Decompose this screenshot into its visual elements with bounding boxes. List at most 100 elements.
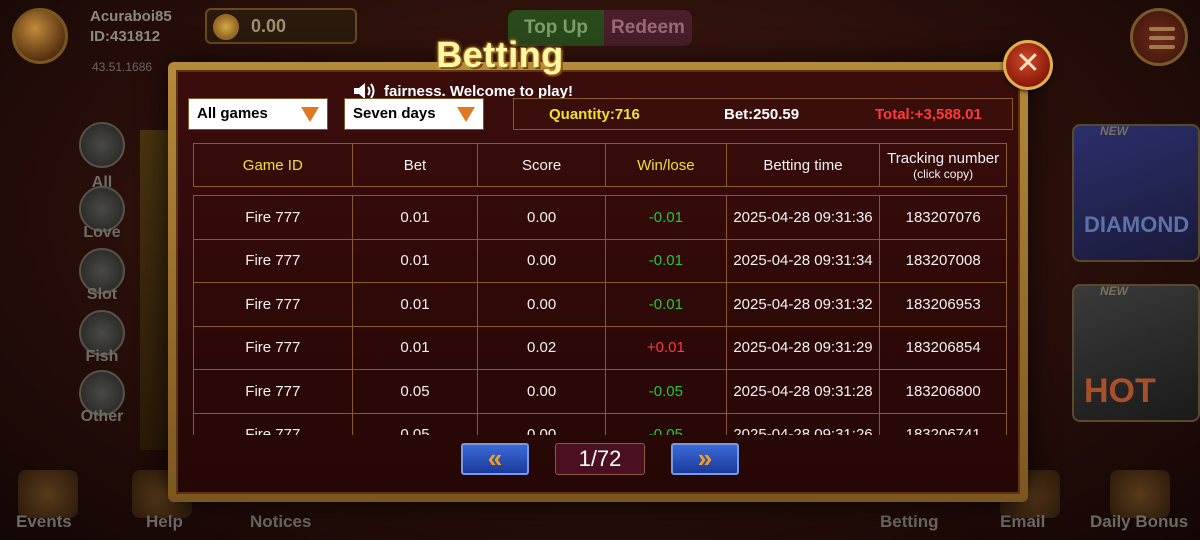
table-row: Fire 777 0.01 0.02 +0.01 2025-04-28 09:3… <box>193 325 1007 370</box>
table-row: Fire 777 0.01 0.00 -0.01 2025-04-28 09:3… <box>193 282 1007 326</box>
cell-time: 2025-04-28 09:31:32 <box>727 283 881 326</box>
tile-title: DIAMOND <box>1084 212 1190 237</box>
cell-game: Fire 777 <box>194 413 353 435</box>
cell-bet: 0.05 <box>353 413 479 435</box>
nav-help[interactable]: Help <box>146 512 183 532</box>
cell-win-lose: -0.05 <box>606 370 727 413</box>
cell-score: 0.00 <box>478 413 606 435</box>
cell-tracking[interactable]: 183206854 <box>880 327 1006 370</box>
modal-title: Betting <box>436 34 564 75</box>
cell-bet: 0.01 <box>353 283 479 326</box>
summary-bar: Quantity:716 Bet:250.59 Total:+3,588.01 <box>513 98 1013 130</box>
balance-box[interactable]: 0.00 <box>205 8 357 44</box>
cell-game: Fire 777 <box>194 326 353 369</box>
page-indicator: 1/72 <box>555 443 645 475</box>
cell-tracking[interactable]: 183206953 <box>880 283 1006 326</box>
betting-table-body[interactable]: Fire 777 0.01 0.00 -0.01 2025-04-28 09:3… <box>193 195 1007 435</box>
game-tile-diamond[interactable]: NEW DIAMOND <box>1072 124 1200 262</box>
coin-icon <box>213 14 239 40</box>
category-label: Other <box>80 408 124 425</box>
cell-win-lose: -0.01 <box>606 196 727 239</box>
prev-page-button[interactable]: « <box>461 443 529 475</box>
cell-bet: 0.01 <box>353 326 479 369</box>
total-summary: Total:+3,588.01 <box>875 106 982 123</box>
cell-game: Fire 777 <box>194 239 353 282</box>
col-tracking-sub: (click copy) <box>913 166 974 181</box>
close-button[interactable]: ✕ <box>1003 40 1053 90</box>
game-filter-value: All games <box>197 105 268 122</box>
cell-score: 0.00 <box>478 239 606 282</box>
category-label: Fish <box>85 348 119 365</box>
cell-time: 2025-04-28 09:31:36 <box>727 196 881 239</box>
nav-notices[interactable]: Notices <box>250 512 311 532</box>
daily-bonus-icon <box>1110 470 1170 518</box>
quantity-summary: Quantity:716 <box>549 106 640 123</box>
period-filter-select[interactable]: Seven days <box>344 98 484 130</box>
cell-tracking[interactable]: 183206741 <box>880 414 1006 435</box>
cell-win-lose: +0.01 <box>606 326 727 369</box>
category-all[interactable]: All <box>70 122 134 192</box>
col-game-id: Game ID <box>194 144 353 186</box>
cell-win-lose: -0.01 <box>606 283 727 326</box>
player-id: ID:431812 <box>90 28 161 45</box>
game-filter-select[interactable]: All games <box>188 98 328 130</box>
new-badge: NEW <box>1100 284 1128 298</box>
category-love[interactable]: Love <box>70 186 134 242</box>
cell-time: 2025-04-28 09:31:29 <box>727 326 881 369</box>
table-row: Fire 777 0.05 0.00 -0.05 2025-04-28 09:3… <box>193 412 1007 435</box>
col-score: Score <box>478 144 606 186</box>
player-avatar[interactable] <box>12 8 68 64</box>
cell-score: 0.02 <box>478 326 606 369</box>
cell-time: 2025-04-28 09:31:28 <box>727 370 881 413</box>
dropdown-arrow-icon <box>301 107 319 122</box>
nav-betting[interactable]: Betting <box>880 512 939 532</box>
dropdown-arrow-icon <box>457 107 475 122</box>
col-tracking-number: Tracking number (click copy) <box>880 144 1006 186</box>
events-icon <box>18 470 78 518</box>
game-tile-hot[interactable]: NEW HOT <box>1072 284 1200 422</box>
marquee-text: fairness. Welcome to play! <box>384 82 573 100</box>
period-filter-value: Seven days <box>353 105 436 122</box>
tile-title: HOT <box>1084 372 1156 410</box>
cell-game: Fire 777 <box>194 370 353 413</box>
cell-bet: 0.01 <box>353 239 479 282</box>
category-label: Love <box>83 224 121 241</box>
menu-icon[interactable] <box>1130 8 1188 66</box>
redeem-button[interactable]: Redeem <box>604 10 692 46</box>
player-name: Acuraboi85 <box>90 8 172 25</box>
table-row: Fire 777 0.01 0.00 -0.01 2025-04-28 09:3… <box>193 238 1007 283</box>
cell-win-lose: -0.05 <box>606 413 727 435</box>
col-bet: Bet <box>353 144 479 186</box>
cell-bet: 0.05 <box>353 370 479 413</box>
cell-win-lose: -0.01 <box>606 239 727 282</box>
category-slot[interactable]: Slot <box>70 248 134 304</box>
category-label: Slot <box>86 286 118 303</box>
category-fish[interactable]: Fish <box>70 310 134 366</box>
cell-score: 0.00 <box>478 370 606 413</box>
new-badge: NEW <box>1100 124 1128 138</box>
col-tracking-label: Tracking number <box>887 149 1000 167</box>
all-icon <box>79 122 125 168</box>
cell-score: 0.00 <box>478 283 606 326</box>
cell-game: Fire 777 <box>194 196 353 239</box>
next-page-button[interactable]: » <box>671 443 739 475</box>
category-other[interactable]: Other <box>70 370 134 426</box>
ip-address: 43.51.1686 <box>92 60 153 74</box>
table-row: Fire 777 0.01 0.00 -0.01 2025-04-28 09:3… <box>193 195 1007 239</box>
col-win-lose: Win/lose <box>606 144 727 186</box>
cell-bet: 0.01 <box>353 196 479 239</box>
cell-tracking[interactable]: 183206800 <box>880 370 1006 413</box>
cell-tracking[interactable]: 183207076 <box>880 196 1006 239</box>
nav-events[interactable]: Events <box>16 512 72 532</box>
balance-value: 0.00 <box>251 16 287 36</box>
cell-time: 2025-04-28 09:31:34 <box>727 239 881 282</box>
table-row: Fire 777 0.05 0.00 -0.05 2025-04-28 09:3… <box>193 369 1007 413</box>
col-betting-time: Betting time <box>727 144 881 186</box>
cell-score: 0.00 <box>478 196 606 239</box>
cell-tracking[interactable]: 183207008 <box>880 240 1006 283</box>
nav-email[interactable]: Email <box>1000 512 1045 532</box>
cell-game: Fire 777 <box>194 283 353 326</box>
bet-summary: Bet:250.59 <box>724 106 800 123</box>
cell-time: 2025-04-28 09:31:26 <box>727 413 881 435</box>
nav-daily-bonus[interactable]: Daily Bonus <box>1090 512 1188 532</box>
